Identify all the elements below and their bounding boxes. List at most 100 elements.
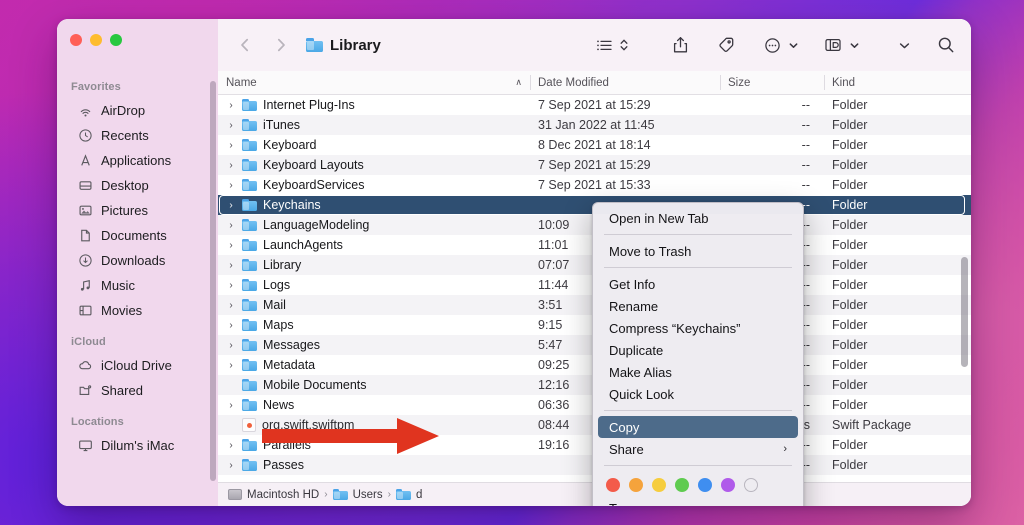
disclosure-triangle-icon[interactable]: › [226,260,236,271]
sidebar-item-downloads[interactable]: Downloads [64,248,211,272]
menu-item-move-to-trash[interactable]: Move to Trash [598,240,798,262]
file-name: Messages [263,338,320,352]
close-button[interactable] [70,34,82,46]
disclosure-triangle-icon[interactable]: › [226,120,236,131]
menu-item-rename[interactable]: Rename [598,295,798,317]
table-row[interactable]: › KeyboardServices 7 Sep 2021 at 15:33 -… [218,175,971,195]
folder-icon [242,319,257,331]
tag-swatch-yellow[interactable] [652,478,666,492]
actions-group[interactable] [759,32,800,58]
disclosure-triangle-icon[interactable]: › [226,220,236,231]
sidebar-item-icloud-drive[interactable]: iCloud Drive [64,353,211,377]
disclosure-triangle-icon[interactable]: › [226,240,236,251]
disclosure-triangle-icon[interactable]: › [226,280,236,291]
menu-item-label: Open in New Tab [609,210,709,226]
view-options-group[interactable] [591,32,631,58]
tag-swatch-green[interactable] [675,478,689,492]
file-name: Maps [263,318,294,332]
search-icon[interactable] [933,32,959,58]
finder-window: Favorites AirDrop Recents Applications D… [57,19,971,506]
disclosure-triangle-icon[interactable]: › [226,200,236,211]
menu-item-tags[interactable]: Tags… [598,497,798,507]
chevron-down-icon[interactable] [787,32,800,58]
menu-item-copy[interactable]: Copy [598,416,798,438]
disclosure-triangle-icon[interactable]: › [226,320,236,331]
disclosure-triangle-icon[interactable]: › [226,180,236,191]
more-actions-icon[interactable] [759,32,785,58]
column-header-name[interactable]: Name ∧ [218,71,530,94]
tag-swatch-blue[interactable] [698,478,712,492]
menu-item-open-in-new-tab[interactable]: Open in New Tab [598,207,798,229]
sidebar-item-movies[interactable]: Movies [64,298,211,322]
minimize-button[interactable] [90,34,102,46]
column-headers: Name ∧ Date Modified Size Kind [218,71,971,95]
sidebar-item-recents[interactable]: Recents [64,123,211,147]
disclosure-triangle-icon[interactable]: › [226,160,236,171]
context-menu: Open in New Tab Move to Trash Get Info R… [592,202,804,506]
column-header-size[interactable]: Size [720,71,824,94]
finder-sidebar: Favorites AirDrop Recents Applications D… [57,19,218,506]
sidebar-item-shared[interactable]: Shared [64,378,211,402]
file-kind-cell: Folder [832,258,868,272]
menu-item-quick-look[interactable]: Quick Look [598,383,798,405]
back-button[interactable] [232,32,258,58]
sidebar-item-airdrop[interactable]: AirDrop [64,98,211,122]
disclosure-triangle-icon[interactable]: › [226,100,236,111]
breadcrumb-item-user[interactable]: d [395,488,422,501]
sidebar-item-desktop[interactable]: Desktop [64,173,211,197]
file-kind-cell: Folder [832,138,868,152]
file-name-cell: › Mobile Documents [218,378,530,392]
table-row[interactable]: › iTunes 31 Jan 2022 at 11:45 -- Folder [218,115,971,135]
menu-item-get-info[interactable]: Get Info [598,273,798,295]
file-kind-cell: Folder [832,378,868,392]
breadcrumb-item-macintosh-hd[interactable]: Macintosh HD [228,489,319,501]
sidebar-item-music[interactable]: Music [64,273,211,297]
menu-item-make-alias[interactable]: Make Alias [598,361,798,383]
menu-item-duplicate[interactable]: Duplicate [598,339,798,361]
disclosure-triangle-icon[interactable]: › [226,340,236,351]
table-row[interactable]: › Internet Plug-Ins 7 Sep 2021 at 15:29 … [218,95,971,115]
disclosure-triangle-icon[interactable]: › [226,400,236,411]
folder-icon [242,299,257,311]
sidebar-item-dilums-imac[interactable]: Dilum's iMac [64,433,211,457]
tag-swatch-purple[interactable] [721,478,735,492]
sidebar-item-pictures[interactable]: Pictures [64,198,211,222]
file-name-cell: › LaunchAgents [218,238,530,252]
forward-button[interactable] [268,32,294,58]
getinfo-panel-icon[interactable] [820,32,846,58]
toolbar-overflow-chevron-icon[interactable] [891,32,917,58]
chevron-down-icon[interactable] [848,32,861,58]
sidebar-item-label: Pictures [101,202,148,218]
table-row[interactable]: › Keyboard 8 Dec 2021 at 18:14 -- Folder [218,135,971,155]
file-date-cell: 7 Sep 2021 at 15:29 [538,98,651,112]
zoom-button[interactable] [110,34,122,46]
document-icon [77,227,94,244]
column-header-kind[interactable]: Kind [824,71,971,94]
tag-swatch-none[interactable] [744,478,758,492]
sidebar-section-favorites: Favorites [71,81,121,93]
menu-item-share[interactable]: Share › [598,438,798,460]
menu-item-compress[interactable]: Compress “Keychains” [598,317,798,339]
sidebar-item-applications[interactable]: Applications [64,148,211,172]
table-row[interactable]: › Keyboard Layouts 7 Sep 2021 at 15:29 -… [218,155,971,175]
disclosure-triangle-icon[interactable]: › [226,360,236,371]
arrange-stepper-icon[interactable] [617,32,631,58]
column-header-date-modified[interactable]: Date Modified [530,71,720,94]
share-icon[interactable] [667,32,693,58]
disclosure-triangle-icon[interactable]: › [226,300,236,311]
item-info-group[interactable] [820,32,861,58]
disclosure-triangle-icon[interactable]: › [226,460,236,471]
list-view-icon[interactable] [591,32,617,58]
file-size-cell: -- [801,138,810,152]
sidebar-scrollbar[interactable] [210,81,216,481]
sidebar-item-label: Recents [101,127,149,143]
sidebar-item-documents[interactable]: Documents [64,223,211,247]
tag-swatch-red[interactable] [606,478,620,492]
tag-icon[interactable] [713,32,739,58]
disclosure-triangle-icon[interactable]: › [226,140,236,151]
tag-swatch-orange[interactable] [629,478,643,492]
file-list-scrollbar[interactable] [961,257,968,367]
breadcrumb-item-users[interactable]: Users [332,488,383,501]
disclosure-triangle-icon[interactable]: › [226,440,236,451]
file-kind-cell: Folder [832,98,868,112]
